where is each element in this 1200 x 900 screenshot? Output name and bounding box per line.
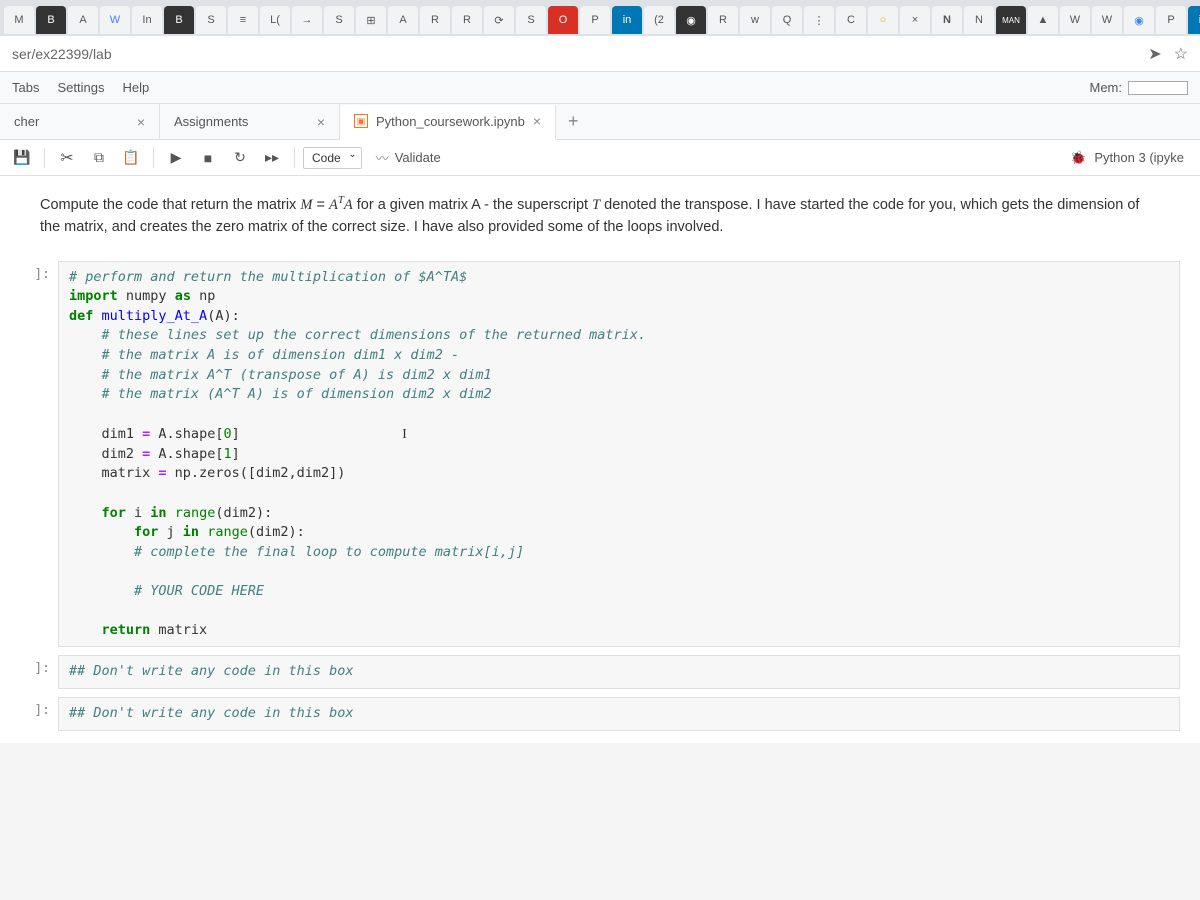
tab-label: Assignments	[174, 114, 248, 129]
kernel-name: Python 3 (ipyke	[1094, 150, 1184, 165]
browser-tab[interactable]: W	[1060, 6, 1090, 34]
browser-tab[interactable]: P	[1156, 6, 1186, 34]
url-text: ser/ex22399/lab	[12, 46, 1148, 62]
browser-tab[interactable]: →	[292, 6, 322, 34]
restart-button[interactable]: ↻	[226, 145, 254, 171]
code-editor[interactable]: # perform and return the multiplication …	[58, 261, 1180, 648]
code-cell[interactable]: ]: ## Don't write any code in this box	[0, 693, 1200, 735]
md-text: for a given matrix A - the superscript	[353, 197, 592, 213]
browser-tab[interactable]: ◉	[1124, 6, 1154, 34]
md-math: A	[329, 197, 338, 213]
browser-tab[interactable]: ▲	[1028, 6, 1058, 34]
md-math: A	[344, 197, 353, 213]
md-text: Compute the code that return the matrix	[40, 197, 300, 213]
md-math: T	[592, 197, 600, 213]
browser-tab[interactable]: MAN	[996, 6, 1026, 34]
address-bar[interactable]: ser/ex22399/lab ➤ ☆	[0, 36, 1200, 72]
fast-forward-button[interactable]: ▸▸	[258, 145, 286, 171]
close-icon[interactable]: ×	[137, 114, 145, 130]
tab-launcher[interactable]: cher ×	[0, 104, 160, 139]
browser-tab[interactable]: ×	[900, 6, 930, 34]
share-icon[interactable]: ➤	[1148, 44, 1161, 64]
browser-tab[interactable]: P	[580, 6, 610, 34]
browser-tab[interactable]: S	[196, 6, 226, 34]
validate-button[interactable]: 〰 Validate	[366, 145, 451, 170]
md-math: M	[300, 197, 312, 213]
celltype-select[interactable]: Code	[303, 147, 362, 169]
browser-tab[interactable]: N	[932, 6, 962, 34]
browser-tab[interactable]: R	[452, 6, 482, 34]
md-text: =	[312, 197, 329, 213]
browser-tab[interactable]: S	[516, 6, 546, 34]
browser-tab[interactable]: R	[420, 6, 450, 34]
kernel-indicator[interactable]: 🐞 Python 3 (ipyke	[1070, 150, 1192, 166]
browser-tab[interactable]: N	[964, 6, 994, 34]
browser-tab[interactable]: A	[388, 6, 418, 34]
browser-tab[interactable]: W	[100, 6, 130, 34]
browser-tab-strip: M B A W In B S ≡ L( → S ⊞ A R R ⟳ S O P …	[0, 0, 1200, 36]
browser-tab[interactable]: Q	[772, 6, 802, 34]
bookmark-icon[interactable]: ☆	[1174, 44, 1188, 64]
memory-indicator: Mem:	[1090, 80, 1189, 95]
browser-tab[interactable]: ◉	[676, 6, 706, 34]
cut-button[interactable]: ✂	[53, 145, 81, 171]
browser-tab[interactable]: w	[740, 6, 770, 34]
copy-button[interactable]: ⧉	[85, 145, 113, 171]
validate-label: Validate	[395, 150, 441, 165]
browser-tab[interactable]: ⋮	[804, 6, 834, 34]
stop-button[interactable]: ■	[194, 145, 222, 171]
mem-bar	[1128, 81, 1188, 95]
browser-tab[interactable]: in	[612, 6, 642, 34]
validate-icon: 〰	[376, 148, 389, 167]
browser-tab[interactable]: C	[836, 6, 866, 34]
tab-label: cher	[14, 114, 39, 129]
cell-prompt: ]:	[0, 697, 58, 731]
code-editor[interactable]: ## Don't write any code in this box	[58, 655, 1180, 689]
browser-tab[interactable]: L(	[260, 6, 290, 34]
browser-tab[interactable]: S	[324, 6, 354, 34]
browser-tab[interactable]: in	[1188, 6, 1200, 34]
bug-icon: 🐞	[1070, 150, 1086, 166]
code-cell[interactable]: ]: ## Don't write any code in this box	[0, 651, 1200, 693]
markdown-cell[interactable]: Compute the code that return the matrix …	[0, 184, 1200, 257]
tab-assignments[interactable]: Assignments ×	[160, 104, 340, 139]
browser-tab[interactable]: ⟳	[484, 6, 514, 34]
browser-tab[interactable]: ○	[868, 6, 898, 34]
browser-tab[interactable]: A	[68, 6, 98, 34]
close-icon[interactable]: ×	[533, 113, 541, 129]
browser-tab[interactable]: In	[132, 6, 162, 34]
browser-tab[interactable]: (2	[644, 6, 674, 34]
notebook-toolbar: 💾 ✂ ⧉ 📋 ▶ ■ ↻ ▸▸ Code 〰 Validate 🐞 Pytho…	[0, 140, 1200, 176]
paste-button[interactable]: 📋	[117, 145, 145, 171]
menu-settings[interactable]: Settings	[57, 80, 104, 95]
menu-tabs[interactable]: Tabs	[12, 80, 39, 95]
run-button[interactable]: ▶	[162, 145, 190, 171]
close-icon[interactable]: ×	[317, 114, 325, 130]
notebook-body: Compute the code that return the matrix …	[0, 176, 1200, 743]
menu-help[interactable]: Help	[122, 80, 149, 95]
notebook-icon: ▣	[354, 114, 368, 128]
file-tab-bar: cher × Assignments × ▣ Python_coursework…	[0, 104, 1200, 140]
browser-tab[interactable]: R	[708, 6, 738, 34]
cell-prompt: ]:	[0, 261, 58, 648]
browser-tab[interactable]: O	[548, 6, 578, 34]
mem-label: Mem:	[1090, 80, 1123, 95]
browser-tab[interactable]: B	[36, 6, 66, 34]
code-cell[interactable]: ]: # perform and return the multiplicati…	[0, 257, 1200, 652]
cell-prompt: ]:	[0, 655, 58, 689]
text-cursor: I	[402, 426, 407, 441]
app-menu: Tabs Settings Help Mem:	[0, 72, 1200, 104]
tab-label: Python_coursework.ipynb	[376, 114, 525, 129]
browser-tab[interactable]: ⊞	[356, 6, 386, 34]
browser-tab[interactable]: ≡	[228, 6, 258, 34]
add-tab-button[interactable]: +	[556, 111, 591, 132]
browser-tab[interactable]: B	[164, 6, 194, 34]
browser-tab[interactable]: M	[4, 6, 34, 34]
browser-tab[interactable]: W	[1092, 6, 1122, 34]
save-button[interactable]: 💾	[8, 145, 36, 171]
tab-notebook[interactable]: ▣ Python_coursework.ipynb ×	[340, 105, 556, 140]
code-editor[interactable]: ## Don't write any code in this box	[58, 697, 1180, 731]
